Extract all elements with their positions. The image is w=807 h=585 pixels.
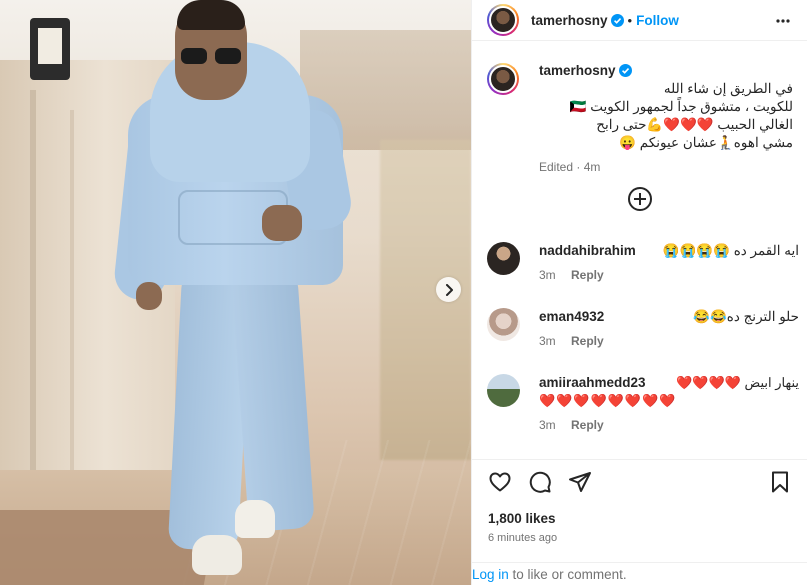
comment-username[interactable]: naddahibrahim — [539, 242, 636, 260]
comment-text: ينهار ابيض ❤️❤️❤️❤️ — [676, 375, 799, 390]
chevron-right-icon — [445, 283, 453, 296]
comment-username[interactable]: amiiraahmedd23 — [539, 374, 646, 392]
caption-username[interactable]: tamerhosny — [539, 63, 616, 78]
separator: • — [627, 12, 633, 28]
likes-count[interactable]: 1,800 likes — [488, 511, 556, 526]
login-prompt-text: to like or comment. — [508, 567, 627, 582]
comment-text: حلو الترنج ده😂😂 — [693, 309, 799, 324]
comment-bubble-icon[interactable] — [528, 470, 552, 494]
login-link[interactable]: Log in — [472, 567, 509, 582]
login-prompt: Log in to like or comment. — [472, 562, 807, 585]
reply-button[interactable]: Reply — [571, 268, 604, 282]
follow-button[interactable]: Follow — [636, 13, 679, 28]
caption-text: في الطريق إن شاء الله للكويت ، متشوق جدا… — [569, 81, 793, 150]
commenter-avatar[interactable] — [487, 242, 520, 275]
commenter-avatar[interactable] — [487, 374, 520, 407]
comment-username[interactable]: eman4932 — [539, 308, 604, 326]
author-avatar[interactable] — [487, 4, 519, 36]
more-options-icon[interactable] — [774, 12, 792, 30]
action-bar — [472, 459, 807, 504]
reply-button[interactable]: Reply — [571, 334, 604, 348]
author-username[interactable]: tamerhosny — [531, 13, 608, 28]
reply-button[interactable]: Reply — [571, 418, 604, 432]
verified-badge-icon — [610, 13, 624, 27]
post-header: tamerhosny • Follow — [472, 0, 807, 41]
post-sidebar: tamerhosny • Follow tamerhosny في الطريق… — [471, 0, 807, 585]
save-bookmark-icon[interactable] — [768, 470, 792, 494]
load-more-comments-icon[interactable] — [627, 186, 653, 212]
comment-time: 3m — [539, 334, 556, 348]
share-send-icon[interactable] — [568, 470, 592, 494]
caption-avatar[interactable] — [487, 63, 519, 95]
post-photo — [0, 0, 471, 585]
commenter-avatar[interactable] — [487, 308, 520, 341]
like-heart-icon[interactable] — [488, 470, 512, 494]
comment-text-continued: ❤️❤️❤️❤️❤️❤️❤️❤️ — [539, 393, 677, 408]
caption-meta: Edited · 4m — [539, 160, 601, 174]
post-timestamp[interactable]: 6 minutes ago — [488, 532, 557, 544]
comment-text: ايه القمر ده 😭😭😭😭 — [662, 243, 799, 258]
comment-time: 3m — [539, 418, 556, 432]
verified-badge-icon — [618, 64, 632, 77]
photo-person — [0, 0, 471, 585]
comment-time: 3m — [539, 268, 556, 282]
carousel-next-button[interactable] — [436, 277, 461, 302]
